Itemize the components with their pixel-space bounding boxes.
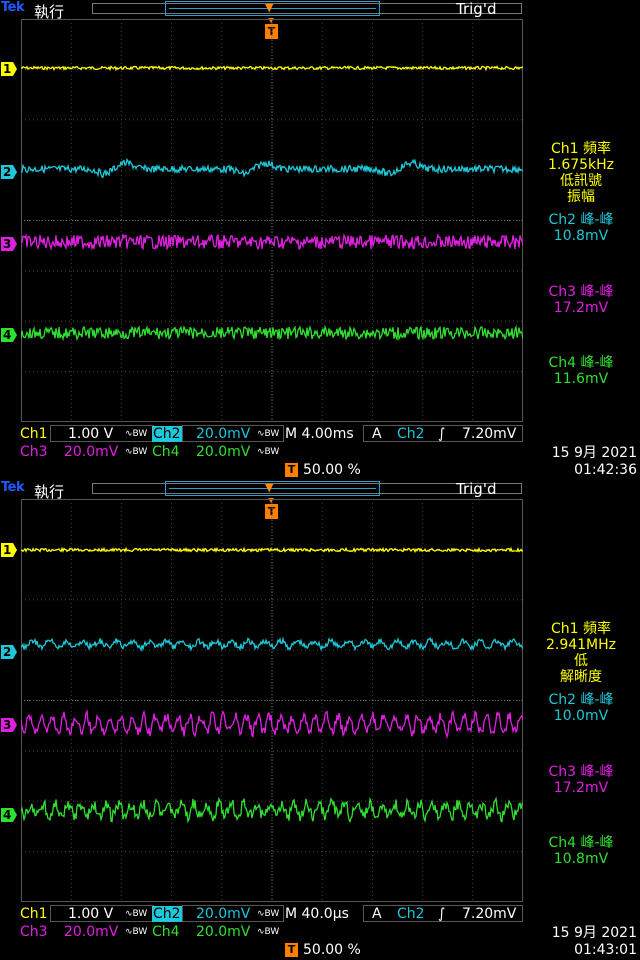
- ch3-marker: 3: [1, 237, 17, 251]
- ch3-label: Ch3: [20, 924, 48, 940]
- meas-value: 17.2mV: [553, 780, 609, 796]
- datetime: 15 9月 2021 01:42:36: [552, 445, 637, 479]
- measurement-ch2: Ch2 峰-峰 10.8mV: [522, 212, 640, 244]
- meas-label: Ch1 頻率: [550, 621, 611, 637]
- ch2-scale: 20.0mV: [196, 906, 251, 922]
- trigger-level: 7.20mV: [462, 426, 517, 442]
- ch1-label: Ch1: [20, 906, 48, 922]
- brand-logo: Tek: [1, 480, 25, 495]
- measurement-ch3: Ch3 峰-峰 17.2mV: [522, 764, 640, 796]
- ch4-coupling: ∿BW: [257, 927, 280, 937]
- meas-label: Ch2 峰-峰: [548, 212, 614, 228]
- scope-screen-2: Tek 執行 ▼ Trig'd T 1 2 3 4 Ch1 頻率 2.941MH…: [0, 480, 640, 960]
- ch4-label: Ch4: [152, 924, 180, 940]
- ch4-coupling: ∿BW: [257, 447, 280, 457]
- ch3-label: Ch3: [20, 444, 48, 460]
- trigger-position: 50.00 %: [303, 462, 361, 478]
- ch2-label: Ch2: [152, 906, 182, 922]
- meas-label: Ch3 峰-峰: [548, 764, 614, 780]
- ch3-scale: 20.0mV: [64, 924, 119, 940]
- graticule: [21, 19, 523, 422]
- ch2-trace: [21, 157, 523, 179]
- ch4-scale: 20.0mV: [196, 924, 251, 940]
- trigger-state: Trig'd: [456, 480, 497, 498]
- measurement-ch4: Ch4 峰-峰 11.6mV: [522, 355, 640, 387]
- time: 01:43:01: [574, 942, 637, 958]
- trigger-level: 7.20mV: [462, 906, 517, 922]
- status-bar: Tek 執行 ▼ Trig'd: [0, 480, 640, 501]
- brand-logo: Tek: [1, 0, 25, 15]
- meas-warning-2: 解晰度: [560, 669, 602, 685]
- trigger-state: Trig'd: [456, 0, 497, 18]
- meas-value: 17.2mV: [553, 300, 609, 316]
- ch1-scale: 1.00 V: [68, 906, 114, 922]
- trigger-source: Ch2: [397, 426, 425, 442]
- meas-value: 2.941MHz: [545, 637, 617, 653]
- trigger-position-icon: T: [285, 463, 298, 477]
- ch1-coupling: ∿BW: [125, 909, 148, 919]
- meas-warning: 低訊號: [560, 173, 602, 189]
- ch2-coupling: ∿BW: [257, 429, 280, 439]
- time: 01:42:36: [574, 462, 637, 478]
- ch2-scale: 20.0mV: [196, 426, 251, 442]
- status-bar: Tek 執行 ▼ Trig'd: [0, 0, 640, 21]
- date: 15 9月 2021: [551, 925, 637, 941]
- timebase: M 4.00ms: [285, 426, 354, 442]
- ch4-marker: 4: [1, 808, 17, 822]
- trigger-position: 50.00 %: [303, 942, 361, 958]
- measurement-ch4: Ch4 峰-峰 10.8mV: [522, 835, 640, 867]
- trigger-slope-icon: ∫: [438, 906, 446, 922]
- meas-value: 10.8mV: [553, 851, 609, 867]
- date: 15 9月 2021: [551, 445, 637, 461]
- measurement-ch1: Ch1 頻率 1.675kHz 低訊號 振幅: [522, 141, 640, 205]
- meas-warning: 低: [574, 653, 588, 669]
- ch4-marker: 4: [1, 328, 17, 342]
- measurement-ch2: Ch2 峰-峰 10.0mV: [522, 692, 640, 724]
- ch3-coupling: ∿BW: [125, 927, 148, 937]
- meas-value: 11.6mV: [553, 371, 609, 387]
- trigger-position-icon: ▼: [265, 481, 274, 494]
- meas-label: Ch4 峰-峰: [548, 355, 614, 371]
- ch2-coupling: ∿BW: [257, 909, 280, 919]
- meas-warning-2: 振幅: [567, 189, 595, 205]
- trigger-source: Ch2: [397, 906, 425, 922]
- ch1-coupling: ∿BW: [125, 429, 148, 439]
- meas-label: Ch1 頻率: [550, 141, 611, 157]
- trigger-slope-icon: ∫: [438, 426, 446, 442]
- ch3-marker: 3: [1, 718, 17, 732]
- ch3-trace: [21, 232, 523, 252]
- meas-value: 10.0mV: [553, 708, 609, 724]
- ch4-scale: 20.0mV: [196, 444, 251, 460]
- ch1-marker: 1: [1, 62, 17, 76]
- measurement-ch3: Ch3 峰-峰 17.2mV: [522, 284, 640, 316]
- ch3-scale: 20.0mV: [64, 444, 119, 460]
- scope-screen-1: Tek 執行 ▼ Trig'd T 1 2 3 4 Ch1 頻率 1.675kH…: [0, 0, 640, 480]
- datetime: 15 9月 2021 01:43:01: [552, 925, 637, 959]
- ch1-marker: 1: [1, 543, 17, 557]
- timebase: M 40.0µs: [285, 906, 349, 922]
- ch1-scale: 1.00 V: [68, 426, 114, 442]
- ch1-label: Ch1: [20, 426, 48, 442]
- trigger-position-icon: T: [285, 943, 298, 957]
- meas-value: 10.8mV: [553, 228, 609, 244]
- ch4-label: Ch4: [152, 444, 180, 460]
- graticule: [21, 499, 523, 902]
- ch2-label: Ch2: [152, 426, 182, 442]
- ch1-trace: [21, 65, 523, 72]
- trigger-position-icon: ▼: [265, 1, 274, 14]
- ch2-marker: 2: [1, 165, 17, 179]
- ch3-coupling: ∿BW: [125, 447, 148, 457]
- measurement-ch1: Ch1 頻率 2.941MHz 低 解晰度: [522, 621, 640, 685]
- meas-label: Ch2 峰-峰: [548, 692, 614, 708]
- meas-value: 1.675kHz: [547, 157, 615, 173]
- trigger-mode: A: [372, 906, 382, 922]
- meas-label: Ch4 峰-峰: [548, 835, 614, 851]
- trigger-mode: A: [372, 426, 382, 442]
- ch2-marker: 2: [1, 645, 17, 659]
- meas-label: Ch3 峰-峰: [548, 284, 614, 300]
